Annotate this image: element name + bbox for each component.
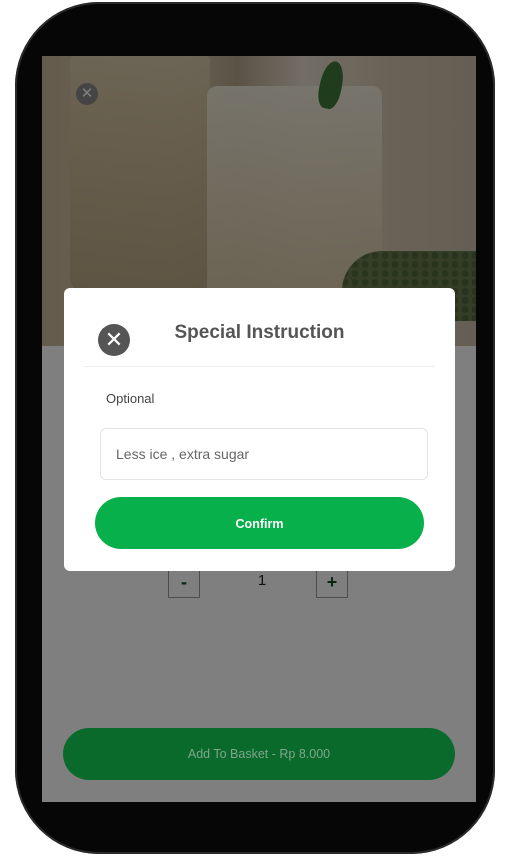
add-to-basket-button[interactable]: Add To Basket - Rp 8.000 [63, 728, 455, 780]
special-instruction-input[interactable] [100, 428, 428, 480]
dialog-divider [84, 366, 435, 367]
optional-label: Optional [106, 391, 155, 406]
special-instruction-dialog: ✕ Special Instruction Optional Confirm [64, 288, 455, 571]
confirm-button[interactable]: Confirm [95, 497, 424, 549]
dialog-title: Special Instruction [174, 322, 345, 343]
